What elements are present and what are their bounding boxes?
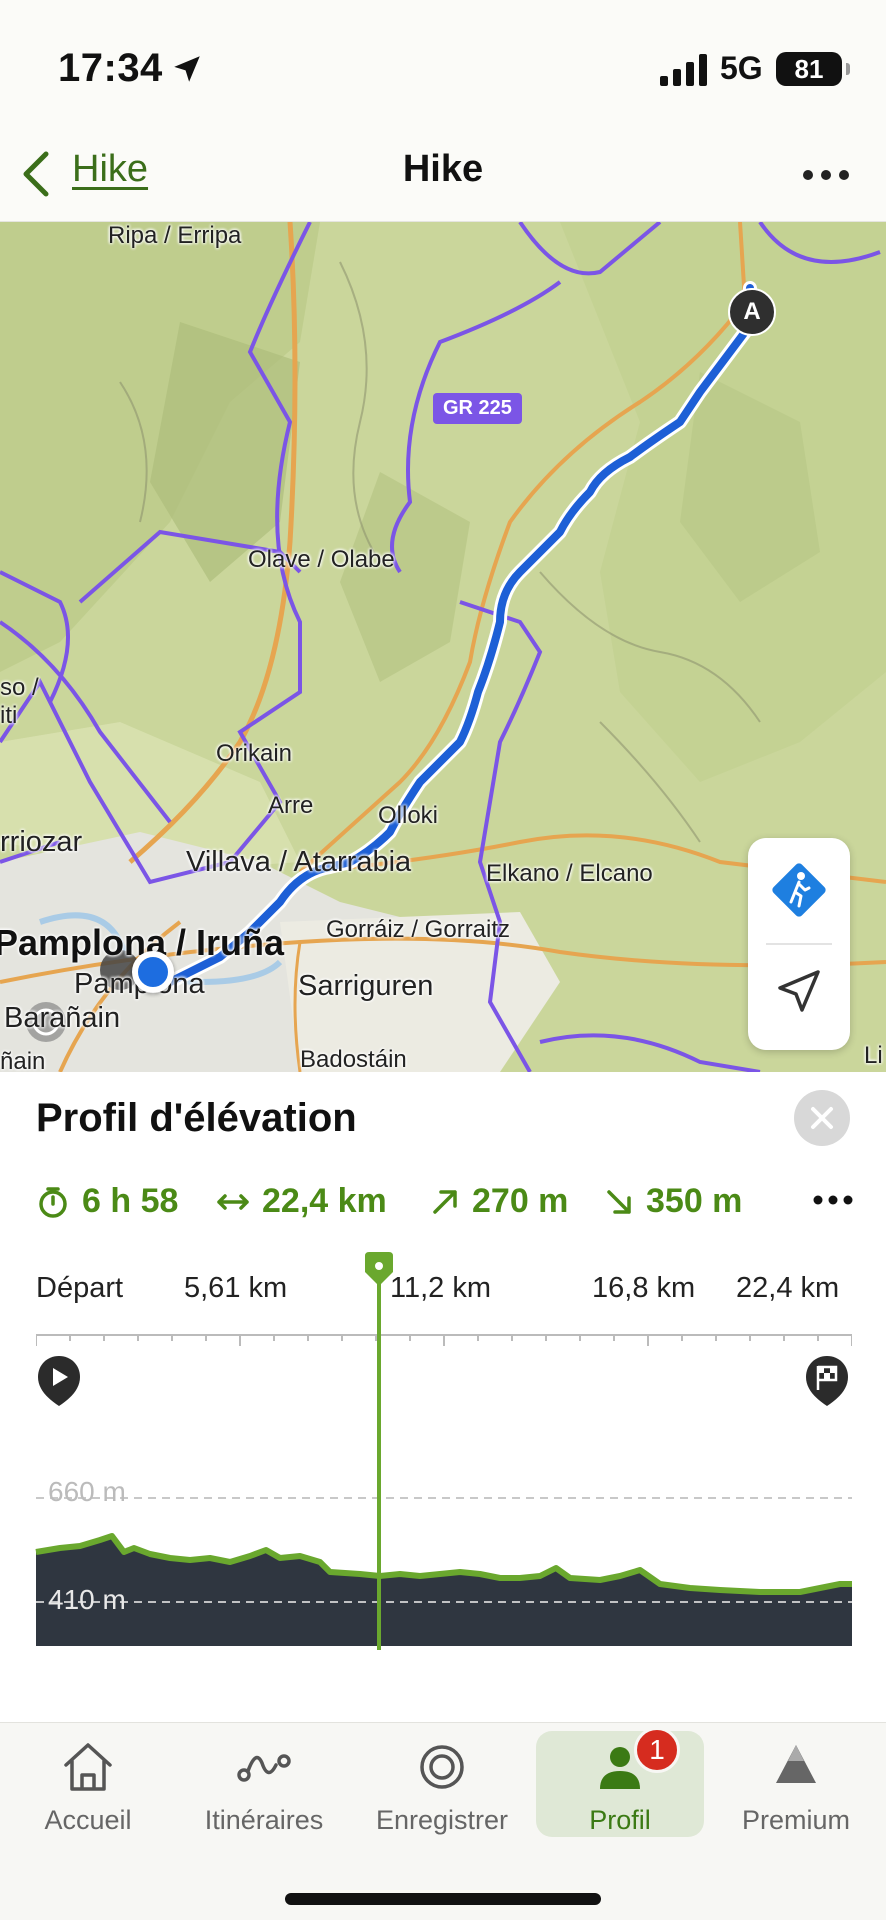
map-label-li: Li	[864, 1042, 883, 1069]
route-icon	[237, 1754, 291, 1782]
map-label-so: so /	[0, 674, 39, 701]
home-indicator	[285, 1893, 601, 1905]
record-icon	[420, 1745, 464, 1789]
axis-tick-2: 11,2 km	[390, 1272, 492, 1304]
battery-icon: 81	[776, 52, 850, 86]
trail-badge: GR 225	[433, 393, 522, 424]
tab-label: Premium	[741, 1805, 850, 1835]
close-icon	[811, 1107, 833, 1129]
chevron-left-icon[interactable]	[20, 150, 52, 198]
locate-arrow-icon[interactable]	[772, 964, 826, 1018]
map-label-olave: Olave / Olabe	[248, 546, 395, 573]
stat-duration: 6 h 58	[36, 1182, 178, 1221]
finish-flag-icon	[806, 1356, 848, 1406]
tab-label: Enregistrer	[375, 1805, 509, 1835]
tab-profil[interactable]: 1 Profil	[536, 1727, 704, 1837]
map-label-arre: Arre	[268, 792, 314, 819]
map-controls	[748, 838, 850, 1050]
distance-axis: Départ 5,61 km 11,2 km 16,8 km 22,4 km	[0, 1272, 886, 1332]
position-scrubber[interactable]	[376, 1270, 381, 1650]
tab-enregistrer[interactable]: Enregistrer	[358, 1731, 526, 1837]
scrubber-handle-icon[interactable]	[363, 1252, 395, 1286]
close-button[interactable]	[794, 1090, 850, 1146]
mountain-icon	[776, 1745, 816, 1783]
axis-line	[36, 1334, 852, 1346]
stat-distance: 22,4 km	[216, 1182, 387, 1221]
map-label-gorraiz: Gorráiz / Gorraitz	[326, 916, 511, 943]
navigation-header: Hike Hike	[0, 130, 886, 222]
stat-ascent-value: 270 m	[472, 1182, 569, 1220]
elevation-chart[interactable]: 660 m 410 m	[0, 1412, 886, 1652]
route-map[interactable]: Ripa / Erripa GR 225 Olave / Olabe so / …	[0, 222, 886, 1072]
elevation-title: Profil d'élévation	[36, 1096, 357, 1140]
elevation-panel: Profil d'élévation 6 h 58 22,4 km 270 m …	[0, 1072, 886, 1722]
stat-distance-value: 22,4 km	[262, 1182, 387, 1220]
map-label-ain: ñain	[0, 1048, 46, 1072]
stopwatch-icon	[39, 1186, 67, 1218]
map-label-iti: iti	[0, 702, 18, 729]
status-bar: 17:34 5G 81	[0, 0, 886, 130]
route-stats: 6 h 58 22,4 km 270 m 350 m	[36, 1182, 856, 1232]
tab-accueil[interactable]: Accueil	[4, 1731, 172, 1837]
map-label-olloki: Olloki	[378, 802, 439, 829]
start-flag-icon	[38, 1356, 80, 1406]
location-arrow-icon	[174, 56, 200, 82]
map-label-sarriguren: Sarriguren	[298, 970, 434, 1002]
ellipsis-icon[interactable]	[810, 1188, 856, 1212]
elevation-profile-graph	[35, 1497, 852, 1646]
map-label-baranain: Barañain	[4, 1002, 121, 1034]
tab-itineraires[interactable]: Itinéraires	[180, 1731, 348, 1837]
back-button[interactable]: Hike	[72, 148, 148, 191]
axis-tick-start: Départ	[36, 1272, 124, 1304]
tab-premium[interactable]: Premium	[712, 1731, 880, 1837]
status-time: 17:34	[58, 46, 163, 90]
network-type: 5G	[720, 50, 763, 86]
current-location-dot	[132, 951, 174, 993]
map-label-elkano: Elkano / Elcano	[486, 860, 653, 887]
map-label-badostain: Badostáin	[300, 1046, 407, 1072]
stat-duration-value: 6 h 58	[82, 1182, 179, 1220]
axis-tick-end: 22,4 km	[736, 1272, 840, 1304]
stat-ascent: 270 m	[430, 1182, 568, 1221]
descent-arrow-icon	[607, 1189, 631, 1214]
tab-label: Profil	[589, 1805, 651, 1835]
distance-arrows-icon	[217, 1193, 249, 1210]
route-start-marker[interactable]: A	[728, 288, 776, 336]
tab-bar: Accueil Itinéraires Enregistrer 1 Profil…	[0, 1722, 886, 1920]
elevation-label-low: 410 m	[48, 1584, 126, 1615]
notification-badge: 1	[634, 1727, 680, 1773]
controls-divider	[766, 943, 832, 945]
hiking-mode-icon[interactable]	[765, 856, 833, 924]
stat-descent: 350 m	[604, 1182, 742, 1221]
map-label-riozar: rriozar	[0, 826, 83, 858]
map-label-ripa: Ripa / Erripa	[108, 222, 242, 249]
axis-tick-3: 16,8 km	[592, 1272, 696, 1304]
home-icon	[64, 1743, 112, 1791]
map-label-villava: Villava / Atarrabia	[186, 846, 412, 878]
ascent-arrow-icon	[433, 1189, 457, 1214]
axis-ticks	[36, 1334, 852, 1346]
tab-label: Itinéraires	[204, 1805, 324, 1835]
map-label-orikain: Orikain	[216, 740, 293, 767]
signal-bars-icon	[660, 54, 707, 86]
stat-descent-value: 350 m	[646, 1182, 743, 1220]
axis-tick-1: 5,61 km	[184, 1272, 288, 1304]
tab-label: Accueil	[44, 1805, 132, 1835]
elevation-label-high: 660 m	[48, 1476, 126, 1507]
ellipsis-icon[interactable]	[796, 160, 856, 190]
